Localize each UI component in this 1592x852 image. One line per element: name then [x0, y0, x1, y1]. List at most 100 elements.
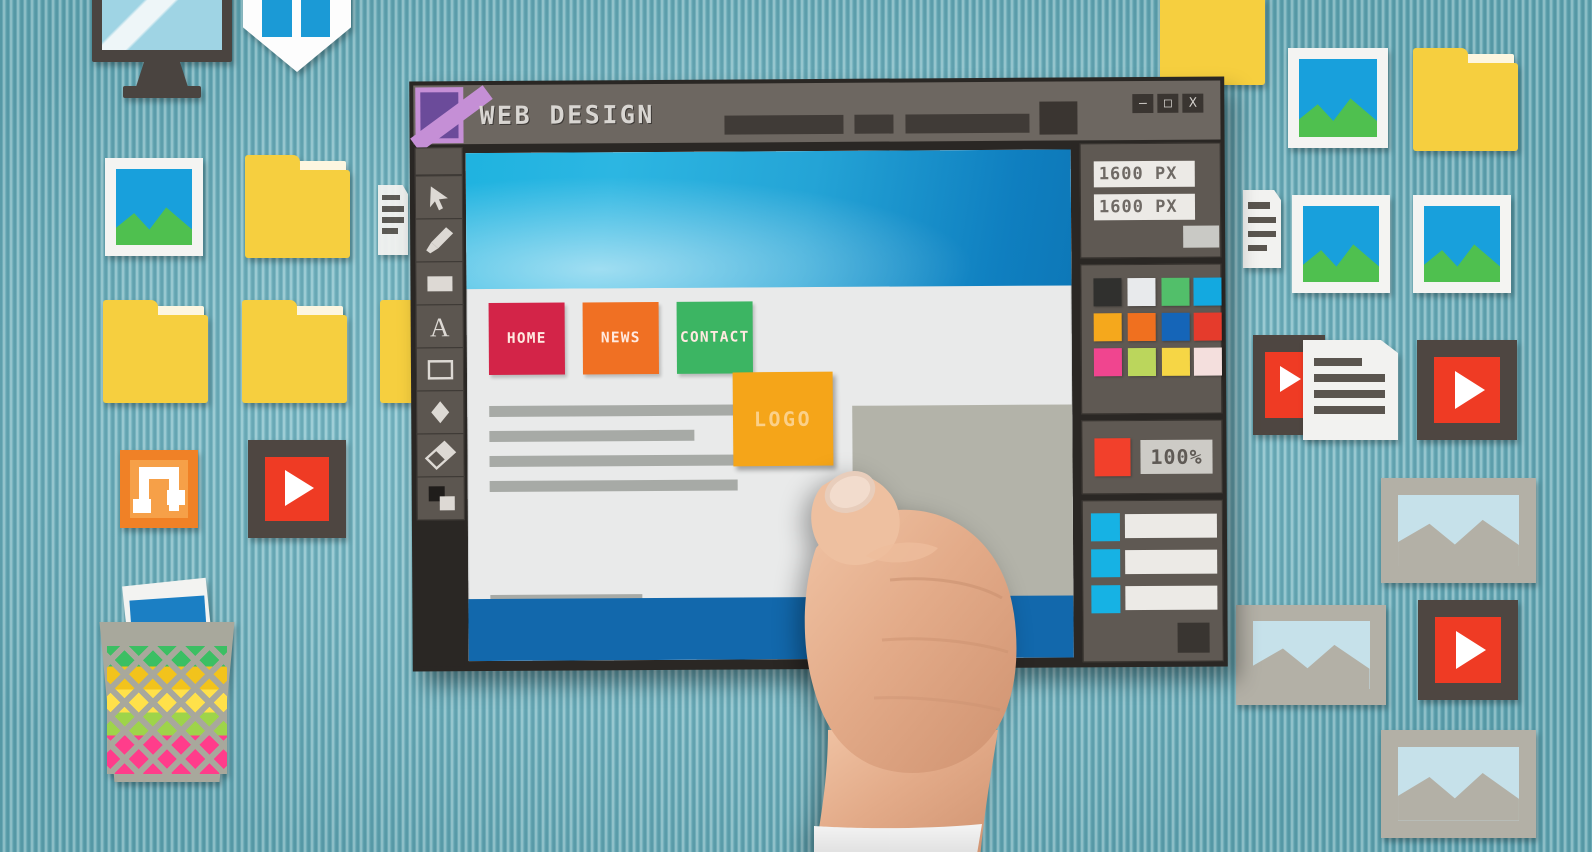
- image-placeholder-icon: [1381, 478, 1536, 583]
- menu-slot-2[interactable]: [854, 114, 894, 134]
- apply-button[interactable]: [1183, 225, 1220, 248]
- hand-cursor: [804, 471, 1017, 852]
- desktop-icon-video-3[interactable]: [1418, 600, 1518, 700]
- layer-thumb-3[interactable]: [1091, 585, 1121, 614]
- swatch-green[interactable]: [1161, 277, 1190, 306]
- desktop-icon-folder-3[interactable]: [242, 300, 347, 403]
- folder-icon: [1160, 0, 1265, 85]
- trash-bin-icon: [92, 577, 242, 782]
- layer-thumb-2[interactable]: [1091, 549, 1121, 578]
- image-file-icon: [1292, 195, 1390, 293]
- zoom-level-field[interactable]: 100%: [1140, 439, 1213, 475]
- desktop-icon-photo-3[interactable]: [1292, 195, 1390, 293]
- swatch-lime[interactable]: [1127, 347, 1157, 377]
- swatch-cyan[interactable]: [1193, 277, 1222, 306]
- minimize-button[interactable]: —: [1132, 93, 1154, 114]
- desktop-icon-folder-2[interactable]: [103, 300, 208, 403]
- video-play-icon: [1417, 340, 1517, 440]
- tool-eraser[interactable]: [416, 433, 465, 478]
- document-icon: [378, 185, 408, 255]
- desktop-icon-document[interactable]: [1303, 340, 1398, 440]
- tool-brush[interactable]: [415, 218, 464, 263]
- video-play-icon: [248, 440, 346, 538]
- window-title: WEB DESIGN: [479, 99, 656, 131]
- menu-slot-1[interactable]: [724, 114, 844, 135]
- desktop-icon-ghost-image-3[interactable]: [1381, 730, 1536, 838]
- text-line-1[interactable]: [489, 404, 755, 418]
- tool-select[interactable]: [414, 175, 464, 220]
- monitor-screen-icon: [92, 0, 232, 62]
- image-placeholder-icon: [1236, 605, 1386, 705]
- title-bar: WEB DESIGN — □ X: [410, 80, 1221, 153]
- desktop-icon-video-2[interactable]: [1417, 340, 1517, 440]
- width-input[interactable]: 1600 PX: [1093, 160, 1195, 188]
- nav-button-row: HOME NEWS CONTACT: [488, 301, 753, 376]
- active-color-chip[interactable]: [1094, 438, 1131, 477]
- cursor-arrow-icon: [429, 186, 448, 211]
- zoom-panel: 100%: [1081, 419, 1223, 495]
- swatch-black[interactable]: [1093, 278, 1122, 307]
- layer-name-1[interactable]: [1124, 513, 1218, 539]
- image-placeholder-icon: [1381, 730, 1536, 838]
- paintbrush-icon: [426, 227, 454, 254]
- close-button[interactable]: X: [1182, 93, 1204, 113]
- folder-icon: [103, 300, 208, 403]
- layers-panel: [1081, 499, 1224, 663]
- nav-button-home[interactable]: HOME: [488, 302, 565, 376]
- desktop-icon-shield[interactable]: [243, 0, 351, 72]
- layer-name-2[interactable]: [1125, 549, 1218, 575]
- desktop-icon-doc-stack-right-1[interactable]: [1243, 190, 1281, 268]
- video-play-icon: [1418, 600, 1518, 700]
- layer-options-button[interactable]: [1177, 622, 1210, 653]
- layer-name-3[interactable]: [1125, 585, 1218, 611]
- text-line-3[interactable]: [489, 454, 745, 468]
- monitor-base-icon: [122, 86, 202, 99]
- tool-blank[interactable]: [414, 147, 463, 176]
- size-panel: 1600 PX 1600 PX: [1079, 142, 1222, 259]
- filled-rectangle-icon: [427, 276, 453, 292]
- desktop-icon-ghost-image-1[interactable]: [1381, 478, 1536, 583]
- swatch-orange[interactable]: [1127, 312, 1156, 342]
- desktop-icon-ghost-image-2[interactable]: [1236, 605, 1386, 705]
- layer-thumb-1[interactable]: [1090, 513, 1121, 542]
- swatch-white[interactable]: [1127, 277, 1156, 307]
- hero-banner[interactable]: [465, 149, 1072, 290]
- tool-fill-rect[interactable]: [415, 261, 464, 306]
- tool-text[interactable]: A: [415, 304, 464, 349]
- desktop-icon-doc-stack-left[interactable]: [378, 185, 408, 255]
- tool-rect[interactable]: [415, 347, 465, 392]
- text-line-4[interactable]: [489, 479, 738, 493]
- desktop-icon-folder-6[interactable]: [1413, 48, 1518, 151]
- height-input[interactable]: 1600 PX: [1093, 193, 1196, 221]
- music-icon: [120, 450, 198, 528]
- swatch-red[interactable]: [1193, 312, 1222, 341]
- swatch-pale-pink[interactable]: [1193, 347, 1223, 376]
- nav-button-news[interactable]: NEWS: [582, 301, 659, 375]
- desktop-scene: WEB DESIGN — □ X A HOME NEWS CONTACT 160…: [0, 0, 1592, 852]
- desktop-icon-photo-2[interactable]: [1288, 48, 1388, 148]
- desktop-icon-monitor[interactable]: [92, 0, 232, 105]
- desktop-icon-folder-5[interactable]: [1160, 0, 1265, 85]
- desktop-icon-photo[interactable]: [105, 158, 203, 256]
- text-line-2[interactable]: [489, 429, 695, 443]
- maximize-button[interactable]: □: [1157, 93, 1179, 113]
- shield-icon: [243, 0, 351, 72]
- desktop-icon-photo-4[interactable]: [1413, 195, 1511, 293]
- desktop-icon-video-1[interactable]: [248, 440, 346, 538]
- desktop-icon-trash[interactable]: [92, 577, 242, 782]
- swatch-pink[interactable]: [1093, 348, 1123, 377]
- swatch-amber[interactable]: [1093, 313, 1122, 342]
- swatch-yellow[interactable]: [1161, 347, 1191, 376]
- tool-shape[interactable]: [416, 390, 465, 435]
- menu-slot-4[interactable]: [1039, 101, 1078, 135]
- menu-slot-3[interactable]: [905, 113, 1030, 134]
- swatch-blue[interactable]: [1161, 312, 1190, 341]
- app-logo-icon[interactable]: [410, 85, 493, 153]
- desktop-icon-folder-1[interactable]: [245, 155, 350, 258]
- image-file-icon: [1288, 48, 1388, 148]
- nav-button-contact[interactable]: CONTACT: [676, 301, 753, 374]
- tool-layers[interactable]: [416, 476, 465, 521]
- document-icon: [1303, 340, 1398, 440]
- eraser-icon: [424, 440, 457, 470]
- desktop-icon-music[interactable]: [120, 450, 198, 528]
